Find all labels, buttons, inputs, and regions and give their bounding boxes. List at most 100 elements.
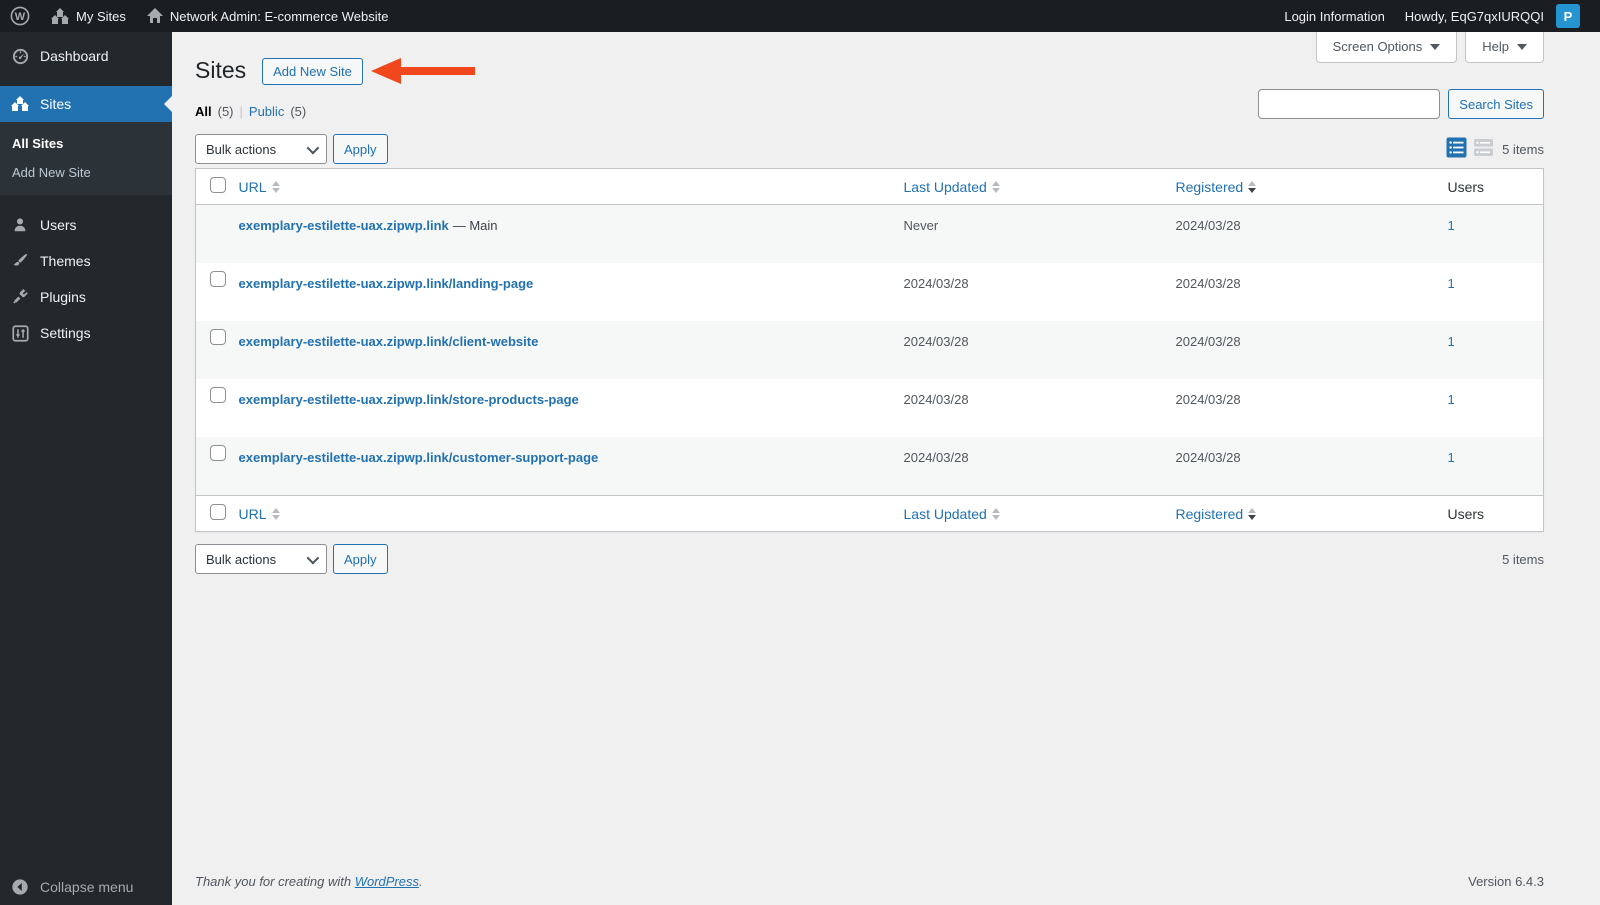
site-url-link[interactable]: exemplary-estilette-uax.zipwp.link/clien… bbox=[239, 334, 539, 349]
last-updated-cell: 2024/03/28 bbox=[903, 334, 969, 349]
wordpress-logo-menu[interactable]: W bbox=[0, 0, 40, 32]
admin-bar-left: W My Sites Network Admin: E-commerce Web… bbox=[0, 0, 399, 32]
sidebar-item-settings[interactable]: Settings bbox=[0, 315, 172, 351]
footer-version: Version 6.4.3 bbox=[1468, 874, 1544, 889]
help-tab[interactable]: Help bbox=[1465, 32, 1544, 63]
chevron-down-icon bbox=[1430, 43, 1441, 50]
network-admin-title: Network Admin: E-commerce Website bbox=[169, 8, 389, 24]
bulk-actions-label: Bulk actions bbox=[206, 141, 277, 157]
my-sites-houses-icon bbox=[50, 7, 70, 25]
search-sites-input[interactable] bbox=[1258, 89, 1441, 119]
users-icon bbox=[10, 215, 30, 235]
registered-column-header[interactable]: Registered bbox=[1176, 506, 1257, 522]
add-new-site-button[interactable]: Add New Site bbox=[262, 57, 363, 85]
row-checkbox[interactable] bbox=[210, 271, 226, 287]
themes-icon bbox=[10, 251, 30, 271]
filter-public-count: (5) bbox=[290, 104, 307, 119]
footer-thankyou: Thank you for creating with WordPress. bbox=[195, 874, 423, 889]
filter-search-row: All (5) | Public (5) Search Sites bbox=[195, 89, 1544, 119]
apply-button[interactable]: Apply bbox=[333, 134, 388, 164]
sort-indicator bbox=[1248, 180, 1257, 193]
screen-options-tab[interactable]: Screen Options bbox=[1315, 32, 1458, 63]
sidebar-item-dashboard[interactable]: Dashboard bbox=[0, 38, 172, 74]
last-updated-column-header[interactable]: Last Updated bbox=[904, 506, 1000, 522]
admin-footer: Thank you for creating with WordPress. V… bbox=[195, 874, 1544, 889]
sidebar-item-all-sites[interactable]: All Sites bbox=[0, 129, 172, 158]
search-sites-button[interactable]: Search Sites bbox=[1448, 89, 1544, 119]
site-url-link[interactable]: exemplary-estilette-uax.zipwp.link/landi… bbox=[239, 276, 534, 291]
tablenav-bottom: Bulk actions Apply 5 items bbox=[195, 544, 1544, 574]
site-row: exemplary-estilette-uax.zipwp.link/store… bbox=[196, 379, 1544, 437]
last-updated-cell: Never bbox=[903, 218, 939, 233]
site-url-link[interactable]: exemplary-estilette-uax.zipwp.link/custo… bbox=[239, 450, 599, 465]
select-all-checkbox[interactable] bbox=[210, 504, 226, 520]
users-count-link[interactable]: 1 bbox=[1448, 392, 1455, 407]
tablenav-top-right: 5 items bbox=[1446, 137, 1544, 161]
dashboard-icon bbox=[10, 46, 30, 66]
last-updated-column-header[interactable]: Last Updated bbox=[904, 179, 1000, 195]
list-view-button[interactable] bbox=[1446, 137, 1467, 161]
items-count: 5 items bbox=[1502, 141, 1544, 157]
admin-bar: W My Sites Network Admin: E-commerce Web… bbox=[0, 0, 1600, 32]
registered-cell: 2024/03/28 bbox=[1175, 392, 1241, 407]
view-filters: All (5) | Public (5) bbox=[195, 96, 306, 119]
row-checkbox[interactable] bbox=[210, 445, 226, 461]
sidebar-item-plugins[interactable]: Plugins bbox=[0, 279, 172, 315]
site-url-link[interactable]: exemplary-estilette-uax.zipwp.link/store… bbox=[239, 392, 579, 407]
wordpress-link[interactable]: WordPress bbox=[355, 874, 419, 889]
svg-text:W: W bbox=[15, 11, 26, 23]
site-row: exemplary-estilette-uax.zipwp.link/custo… bbox=[195, 437, 1544, 496]
sites-table-header: URL Last Updated Registered Users bbox=[195, 168, 1544, 205]
url-column-header[interactable]: URL bbox=[239, 506, 280, 522]
sort-indicator bbox=[271, 180, 280, 193]
excerpt-view-button[interactable] bbox=[1473, 137, 1494, 161]
users-count-link[interactable]: 1 bbox=[1448, 218, 1455, 233]
site-row: exemplary-estilette-uax.zipwp.link — Main… bbox=[195, 204, 1544, 263]
registered-column-header[interactable]: Registered bbox=[1176, 179, 1257, 195]
home-icon bbox=[146, 7, 164, 25]
bulk-actions-label: Bulk actions bbox=[206, 551, 277, 567]
account-menu[interactable]: Howdy, EqG7qxIURQQI P bbox=[1395, 0, 1590, 32]
registered-cell: 2024/03/28 bbox=[1175, 450, 1241, 465]
registered-cell: 2024/03/28 bbox=[1175, 218, 1241, 233]
sidebar-item-themes[interactable]: Themes bbox=[0, 243, 172, 279]
sidebar-item-add-new-site[interactable]: Add New Site bbox=[0, 158, 172, 187]
select-all-checkbox[interactable] bbox=[210, 177, 226, 193]
users-count-link[interactable]: 1 bbox=[1448, 334, 1455, 349]
chevron-down-icon bbox=[306, 141, 320, 154]
users-column-header: Users bbox=[1447, 495, 1544, 532]
view-switcher bbox=[1446, 137, 1494, 161]
sort-indicator bbox=[1248, 507, 1257, 520]
filter-all-link[interactable]: All bbox=[195, 104, 212, 119]
sidebar-label-users: Users bbox=[40, 217, 77, 233]
admin-bar-right: Login Information Howdy, EqG7qxIURQQI P bbox=[1274, 0, 1600, 32]
sidebar-item-users[interactable]: Users bbox=[0, 207, 172, 243]
sidebar-item-sites[interactable]: Sites bbox=[0, 86, 172, 122]
search-box: Search Sites bbox=[1258, 89, 1544, 119]
sidebar-item-collapse-menu[interactable]: Collapse menu bbox=[0, 869, 172, 905]
sidebar-label-themes: Themes bbox=[40, 253, 91, 269]
sidebar-label-dashboard: Dashboard bbox=[40, 48, 109, 64]
apply-button[interactable]: Apply bbox=[333, 544, 388, 574]
site-url-link[interactable]: exemplary-estilette-uax.zipwp.link bbox=[239, 218, 449, 233]
bulk-actions-select[interactable]: Bulk actions bbox=[195, 544, 327, 574]
users-count-link[interactable]: 1 bbox=[1448, 276, 1455, 291]
network-admin-menu[interactable]: Network Admin: E-commerce Website bbox=[136, 0, 399, 32]
row-checkbox[interactable] bbox=[210, 329, 226, 345]
my-sites-label: My Sites bbox=[76, 8, 126, 24]
registered-cell: 2024/03/28 bbox=[1175, 334, 1241, 349]
my-sites-menu[interactable]: My Sites bbox=[40, 0, 136, 32]
users-count-link[interactable]: 1 bbox=[1448, 450, 1455, 465]
items-count: 5 items bbox=[1502, 551, 1544, 567]
bulk-actions-select[interactable]: Bulk actions bbox=[195, 134, 327, 164]
url-column-header[interactable]: URL bbox=[239, 179, 280, 195]
annotation-arrow bbox=[370, 58, 475, 84]
screen-options-label: Screen Options bbox=[1332, 39, 1423, 54]
registered-cell: 2024/03/28 bbox=[1175, 276, 1241, 291]
bulk-actions-bottom: Bulk actions Apply bbox=[195, 544, 388, 574]
login-information-menu[interactable]: Login Information bbox=[1274, 0, 1394, 32]
row-checkbox[interactable] bbox=[210, 387, 226, 403]
filter-all-count: (5) bbox=[217, 104, 234, 119]
filter-public-link[interactable]: Public bbox=[249, 104, 284, 119]
site-main-suffix: — Main bbox=[452, 218, 498, 233]
